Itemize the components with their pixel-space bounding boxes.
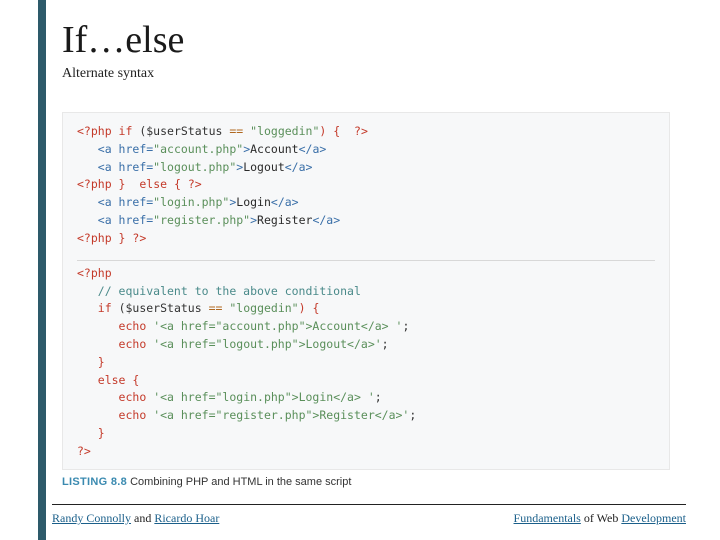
author-separator: and bbox=[131, 511, 154, 525]
code-token bbox=[77, 142, 98, 156]
code-token: Register bbox=[257, 213, 312, 227]
code-token: "loggedin" bbox=[229, 301, 298, 315]
code-token: == bbox=[229, 124, 243, 138]
code-token: <a href= bbox=[98, 142, 153, 156]
code-token: </a> bbox=[312, 213, 340, 227]
code-token: ?> bbox=[188, 177, 202, 191]
code-token: <a href= bbox=[98, 213, 153, 227]
code-token: ; bbox=[402, 319, 409, 333]
code-token: '<a href="login.php">Login</a> ' bbox=[153, 390, 375, 404]
code-token: '<a href="logout.php">Logout</a>' bbox=[153, 337, 381, 351]
listing-number: LISTING 8.8 bbox=[62, 476, 127, 488]
code-token: // equivalent to the above conditional bbox=[77, 284, 361, 298]
slide-title: If…else bbox=[62, 18, 680, 62]
slide-content: If…else Alternate syntax <?php if ($user… bbox=[0, 0, 720, 540]
code-token: echo bbox=[119, 319, 147, 333]
code-token: echo bbox=[119, 408, 147, 422]
code-token: ; bbox=[409, 408, 416, 422]
code-token: echo bbox=[119, 337, 147, 351]
code-token bbox=[125, 177, 139, 191]
code-token bbox=[77, 337, 119, 351]
code-token: <?php bbox=[77, 177, 119, 191]
code-token: } bbox=[77, 355, 105, 369]
code-token: <?php bbox=[77, 266, 112, 280]
slide-subtitle: Alternate syntax bbox=[62, 66, 680, 82]
code-token bbox=[77, 408, 119, 422]
code-divider bbox=[77, 260, 655, 261]
code-token bbox=[77, 301, 98, 315]
code-token: '<a href="register.php">Register</a>' bbox=[153, 408, 409, 422]
code-token: Account bbox=[250, 142, 298, 156]
code-token: } bbox=[77, 426, 105, 440]
code-token: ?> bbox=[347, 124, 368, 138]
code-token: "account.php" bbox=[153, 142, 243, 156]
listing-caption-text: Combining PHP and HTML in the same scrip… bbox=[127, 476, 351, 488]
code-token: <a href= bbox=[98, 195, 153, 209]
code-token: "loggedin" bbox=[250, 124, 319, 138]
code-token: { bbox=[125, 373, 139, 387]
footer-book-title: Fundamentals of Web Development bbox=[514, 511, 686, 526]
code-listing: <?php if ($userStatus == "loggedin") { ?… bbox=[62, 112, 670, 470]
code-token bbox=[77, 213, 98, 227]
code-token: else bbox=[139, 177, 167, 191]
code-token: Logout bbox=[243, 160, 285, 174]
code-token: "register.php" bbox=[153, 213, 250, 227]
code-token bbox=[77, 195, 98, 209]
code-token: if bbox=[119, 124, 133, 138]
code-token: ) { bbox=[319, 124, 347, 138]
code-token: <a href= bbox=[98, 160, 153, 174]
code-token: > bbox=[250, 213, 257, 227]
code-token: == bbox=[209, 301, 223, 315]
code-token bbox=[77, 373, 98, 387]
footer-divider bbox=[52, 504, 686, 505]
footer-row: Randy Connolly and Ricardo Hoar Fundamen… bbox=[52, 511, 686, 526]
code-token: '<a href="account.php">Account</a> ' bbox=[153, 319, 402, 333]
code-token: </a> bbox=[271, 195, 299, 209]
code-token bbox=[77, 160, 98, 174]
book-word-mid: of Web bbox=[581, 511, 621, 525]
code-token: ; bbox=[375, 390, 382, 404]
code-token: if bbox=[98, 301, 112, 315]
code-token: ($userStatus bbox=[132, 124, 229, 138]
code-token: Login bbox=[236, 195, 271, 209]
code-token: echo bbox=[119, 390, 147, 404]
author-link-2[interactable]: Ricardo Hoar bbox=[154, 511, 219, 525]
code-token: <?php bbox=[77, 124, 119, 138]
author-link-1[interactable]: Randy Connolly bbox=[52, 511, 131, 525]
code-token: </a> bbox=[299, 142, 327, 156]
book-word-2: Development bbox=[621, 511, 686, 525]
book-word-1: Fundamentals bbox=[514, 511, 581, 525]
code-token: </a> bbox=[285, 160, 313, 174]
code-token: <?php bbox=[77, 231, 119, 245]
code-token bbox=[77, 319, 119, 333]
code-token: { bbox=[167, 177, 188, 191]
code-token bbox=[77, 390, 119, 404]
code-token: ) { bbox=[299, 301, 320, 315]
code-token: else bbox=[98, 373, 126, 387]
code-token: ; bbox=[382, 337, 389, 351]
code-token: ?> bbox=[77, 444, 91, 458]
code-token: "logout.php" bbox=[153, 160, 236, 174]
listing-caption: LISTING 8.8 Combining PHP and HTML in th… bbox=[62, 476, 680, 488]
code-token: "login.php" bbox=[153, 195, 229, 209]
code-token: ($userStatus bbox=[112, 301, 209, 315]
footer-authors: Randy Connolly and Ricardo Hoar bbox=[52, 511, 219, 526]
code-token: ?> bbox=[125, 231, 146, 245]
slide-footer: Randy Connolly and Ricardo Hoar Fundamen… bbox=[52, 504, 686, 526]
